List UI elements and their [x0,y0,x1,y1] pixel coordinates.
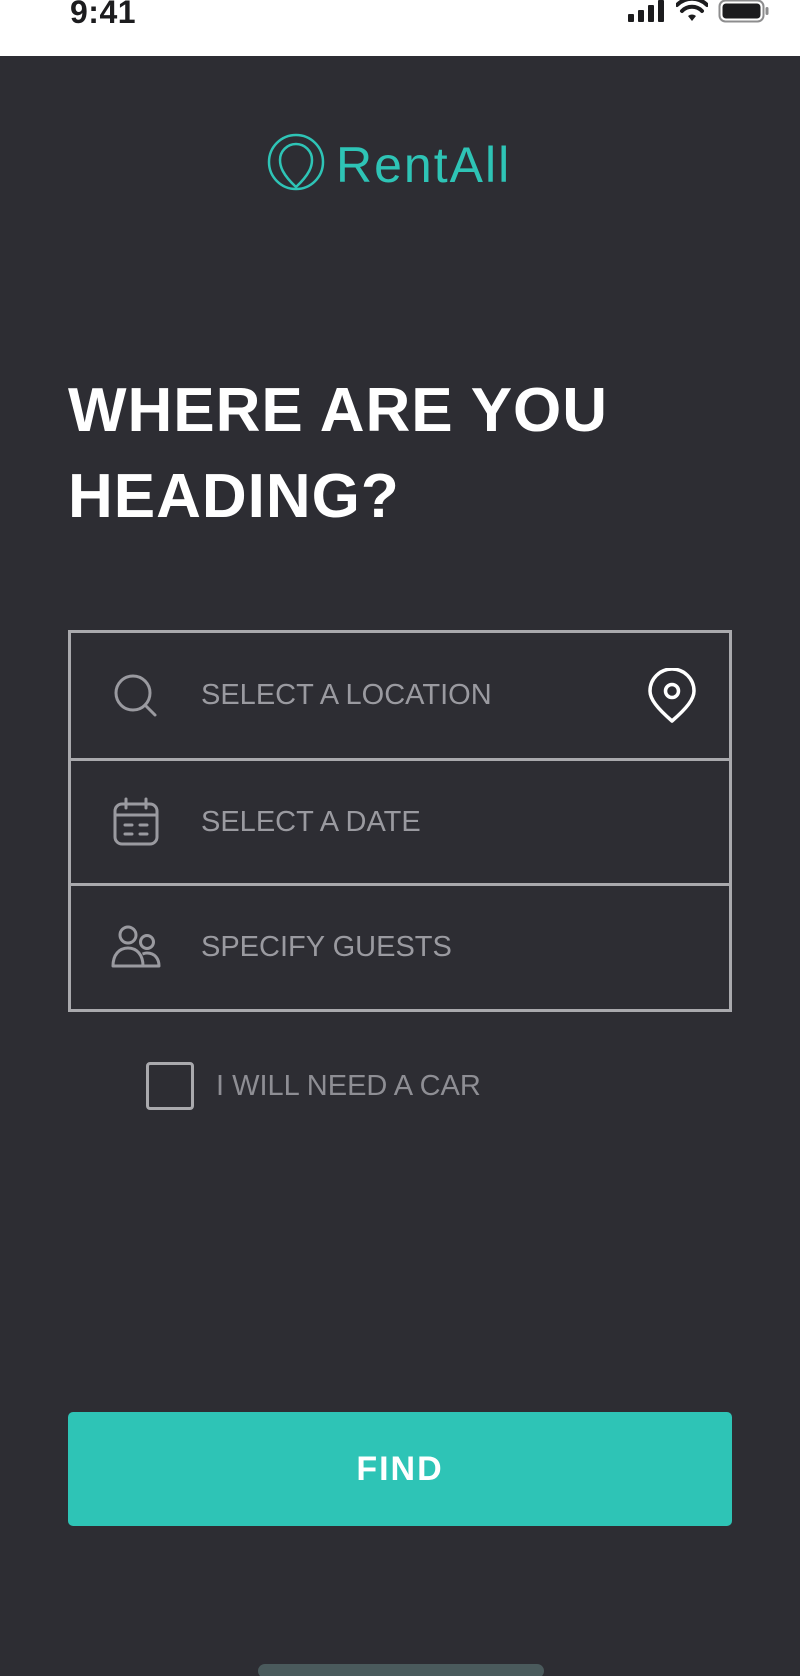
guests-icon [111,922,161,972]
search-form [68,630,732,1012]
wifi-icon [675,0,709,28]
signal-icon [628,0,666,27]
location-row[interactable] [71,633,729,758]
page-heading: WHERE ARE YOU HEADING? [68,376,609,531]
date-row[interactable] [71,758,729,883]
need-car-checkbox[interactable] [146,1062,194,1110]
home-indicator [258,1664,544,1676]
calendar-icon [111,797,161,847]
find-button[interactable]: FIND [68,1412,732,1526]
brand-logo: RentAll [266,132,511,197]
brand-name: RentAll [336,136,512,193]
status-bar: 9:41 [0,0,800,56]
find-button-label: FIND [356,1449,444,1488]
battery-icon [718,0,770,28]
date-input[interactable] [201,797,631,847]
location-pin-icon[interactable] [647,666,697,724]
logo-pin-icon [266,132,326,197]
guests-row[interactable] [71,883,729,1008]
need-car-label: I WILL NEED A CAR [216,1069,481,1102]
need-car-option[interactable]: I WILL NEED A CAR [146,1062,481,1110]
status-icons [628,0,770,26]
status-time: 9:41 [70,0,137,30]
guests-input[interactable] [201,922,631,972]
location-input[interactable] [201,670,631,721]
search-icon [111,671,161,721]
